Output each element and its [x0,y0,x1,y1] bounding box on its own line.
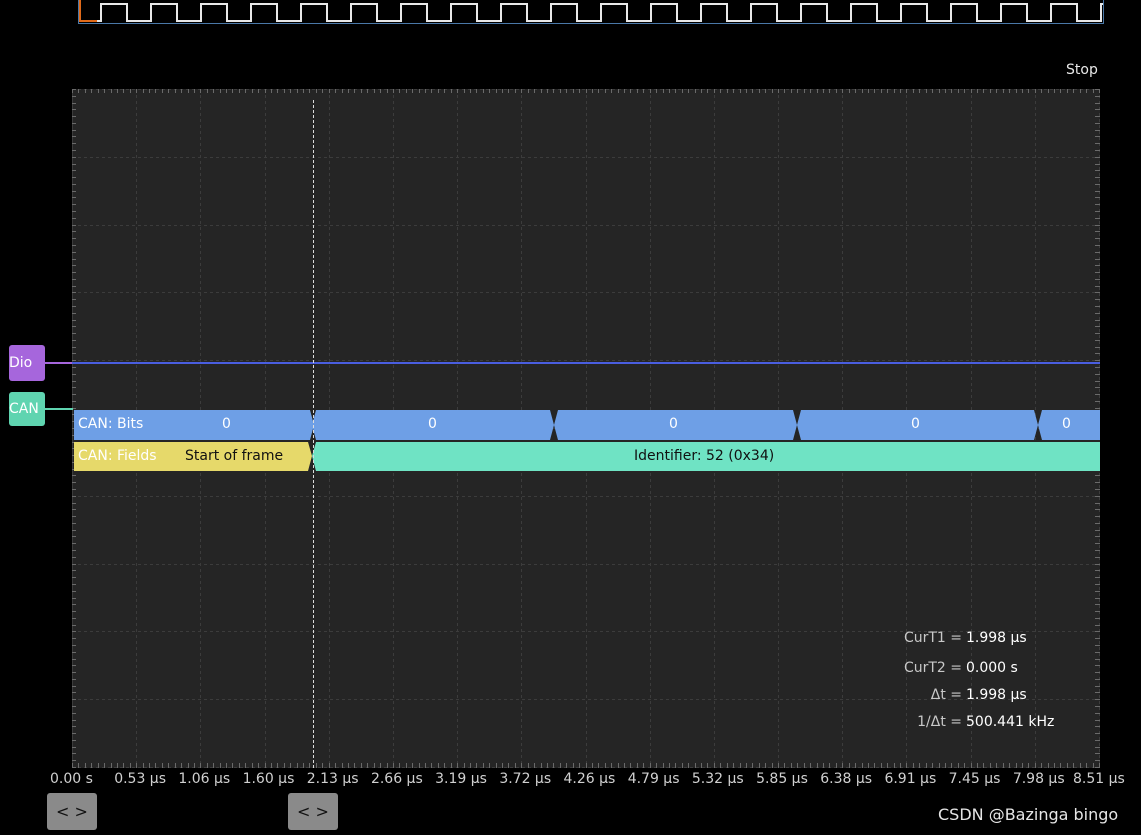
time-tick-label: 0.00 s [50,771,93,787]
time-tick-label: 4.79 μs [627,771,680,787]
overview-strip[interactable] [78,0,1104,24]
time-tick-label: 6.38 μs [820,771,873,787]
scroll-nav-button-left[interactable]: < > [47,793,97,830]
fields-sof-text: Start of frame [185,448,284,464]
fields-decoder-label[interactable]: CAN: Fields [78,448,157,464]
run-status: Stop [1066,62,1098,78]
dt-value: 1.998 μs [966,687,1027,703]
time-cursor-line[interactable] [313,100,314,768]
inv-dt-value: 500.441 kHz [966,714,1055,730]
dio5-trace [72,362,1100,364]
dt-key: Δt = [930,687,962,703]
time-tick-label: 7.98 μs [1012,771,1065,787]
curt1-key: CurT1 = [903,630,962,646]
time-tick-label: 0.53 μs [114,771,167,787]
time-tick-label: 3.72 μs [499,771,552,787]
time-tick-label: 1.06 μs [178,771,231,787]
channel-can-label[interactable]: CAN [9,392,45,426]
time-tick-label: 7.45 μs [948,771,1001,787]
bits-cell-5-value: 0 [1062,416,1071,432]
bits-cell-2-value: 0 [428,416,437,432]
can-connector [45,408,73,410]
overview-position-marker[interactable] [79,0,81,22]
time-tick-label: 2.13 μs [306,771,359,787]
time-tick-label: 6.91 μs [884,771,937,787]
scroll-nav-button-cursor[interactable]: < > [288,793,338,830]
time-tick-label: 1.60 μs [242,771,295,787]
inv-dt-key: 1/Δt = [917,714,962,730]
curt1-value: 1.998 μs [966,630,1027,646]
overview-position-tick [79,20,97,22]
bits-cell-1-value: 0 [222,416,231,432]
time-tick-label: 4.26 μs [563,771,616,787]
time-tick-label: 8.51 μs [1073,771,1125,787]
watermark: CSDN @Bazinga bingo [938,805,1119,824]
time-tick-label: 2.66 μs [370,771,423,787]
time-tick-label: 3.19 μs [435,771,487,787]
curt2-key: CurT2 = [903,660,962,676]
fields-identifier-text: Identifier: 52 (0x34) [634,448,775,464]
overview-clock-waveform [97,3,1103,22]
time-tick-label: 5.85 μs [756,771,808,787]
channel-dio5-label[interactable]: Dio 5 [9,345,45,407]
bits-decoder-label[interactable]: CAN: Bits [78,416,143,432]
bits-cell-3-value: 0 [669,416,678,432]
bits-cell-4-value: 0 [911,416,920,432]
dio5-connector [45,362,73,364]
time-tick-label: 5.32 μs [691,771,744,787]
curt2-value: 0.000 s [966,660,1018,676]
